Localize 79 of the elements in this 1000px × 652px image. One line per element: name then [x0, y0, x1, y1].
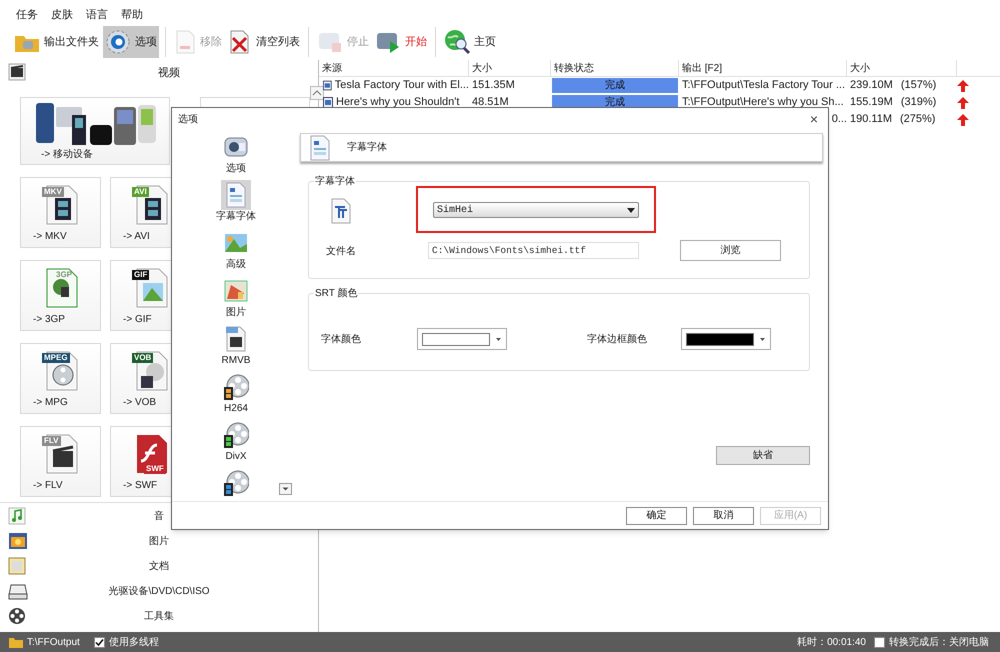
table-cell-text: 190.11M: [850, 112, 892, 128]
column-header[interactable]: 输出 [F2]: [682, 60, 722, 76]
column-header[interactable]: 大小: [472, 60, 492, 76]
nav-item[interactable]: RMVB: [216, 324, 256, 370]
field-label: 文件名: [326, 244, 356, 259]
dialog-button[interactable]: 确定: [626, 506, 687, 524]
nav-item[interactable]: 字幕字体: [216, 180, 256, 226]
category-item[interactable]: 图片: [149, 534, 169, 549]
category-item[interactable]: 音: [154, 509, 164, 524]
nav-item[interactable]: 高级: [216, 228, 256, 274]
tile-label: -> 移动设备: [40, 148, 93, 162]
file-type-label: MKV: [42, 187, 64, 197]
file-type-label: GIF: [132, 270, 150, 280]
format-tile[interactable]: FLV -> FLV: [20, 426, 101, 497]
column-header[interactable]: 大小: [850, 60, 870, 76]
format-tile[interactable]: MPEG -> MPG: [20, 343, 101, 414]
category-item[interactable]: 工具集: [144, 609, 174, 624]
menu-item[interactable]: 语言: [86, 6, 108, 24]
category-item[interactable]: 光驱设备\DVD\CD\ISO: [108, 584, 210, 599]
table-cell: 151.35M: [472, 79, 515, 92]
tile-label: -> 3GP: [32, 313, 65, 327]
default-button[interactable]: 缺省: [716, 446, 810, 465]
format-tile[interactable]: MKV -> MKV: [20, 177, 101, 248]
file-type-label: 3GP: [55, 270, 74, 280]
output-path: T:\FFOutput: [27, 636, 80, 650]
page-header: 字幕字体: [300, 133, 823, 162]
file-type-label: VOB: [132, 353, 154, 363]
column-header[interactable]: 转换状态: [554, 60, 594, 76]
font-dropdown[interactable]: SimHei: [433, 202, 639, 218]
field-label: 字体颜色: [321, 332, 362, 346]
file-type-label: FLV: [42, 436, 61, 446]
table-cell-text: (319%): [900, 95, 936, 110]
file-path-field[interactable]: C:\Windows\Fonts\simhei.ttf: [428, 242, 639, 259]
tile-label: -> FLV: [32, 479, 63, 493]
file-type-label: AVI: [132, 187, 149, 197]
table-cell-text: Here's why you Shouldn't: [336, 95, 460, 110]
table-cell-text: T:\FFOutput\Here's why you Sh...: [682, 95, 844, 110]
toolbar-button[interactable]: 清空列表: [226, 26, 302, 58]
nav-item[interactable]: 图片: [216, 276, 256, 322]
browse-button[interactable]: 浏览: [680, 240, 781, 261]
category-item[interactable]: 文档: [149, 559, 169, 574]
nav-item[interactable]: H264: [216, 372, 256, 418]
table-cell-text: Tesla Factory Tour with El...: [334, 78, 469, 94]
format-tile[interactable]: 3GP -> 3GP: [20, 260, 101, 331]
tile-label: -> GIF: [122, 313, 152, 327]
table-cell-text: 239.10M: [850, 78, 893, 94]
panel-title: 视频: [158, 66, 180, 81]
field-label: 字体边框颜色: [587, 332, 648, 346]
table-cell-text: 155.19M: [850, 95, 893, 110]
dialog-button[interactable]: 取消: [693, 506, 754, 524]
toolbar-button[interactable]: 选项: [103, 26, 159, 58]
column-header[interactable]: 来源: [322, 60, 342, 76]
nav-item[interactable]: 选项: [216, 132, 256, 178]
toolbar-button[interactable]: 开始: [373, 26, 429, 58]
device-tile[interactable]: -> 移动设备: [20, 97, 170, 165]
table-cell-text: T:\FFOutput\Tesla Factory Tour ...: [682, 78, 846, 94]
table-cell-text: 0...: [832, 112, 847, 128]
checkbox-label: 使用多线程: [108, 636, 159, 650]
toolbar-button[interactable]: 主页: [442, 26, 498, 58]
menu-item[interactable]: 任务: [16, 6, 38, 24]
menu-item[interactable]: 皮肤: [51, 6, 73, 24]
tile-label: -> MKV: [32, 230, 67, 244]
status-cell: 完成: [552, 78, 678, 93]
table-cell-text: (275%): [900, 112, 936, 128]
toolbar-button[interactable]: 输出文件夹: [12, 26, 101, 58]
tile-label: -> MPG: [32, 396, 68, 410]
checkbox-label: 转换完成后：关闭电脑: [889, 636, 989, 650]
nav-item[interactable]: DivX: [216, 420, 256, 466]
tile-label: -> SWF: [122, 479, 158, 493]
tile-label: -> VOB: [122, 396, 156, 410]
file-type-label: MPEG: [42, 353, 70, 363]
dialog-title: 选项: [178, 112, 198, 126]
close-button[interactable]: ×: [810, 112, 818, 126]
menu-item[interactable]: 帮助: [121, 6, 143, 24]
file-type-label: SWF: [144, 464, 166, 474]
table-cell: 48.51M: [472, 96, 509, 108]
elapsed-time: 耗时：00:01:40: [797, 636, 866, 650]
tile-label: -> AVI: [122, 230, 150, 244]
table-cell-text: (157%): [900, 78, 936, 94]
